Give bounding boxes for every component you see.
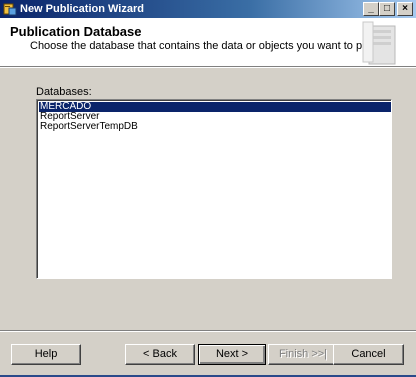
page-title: Publication Database bbox=[10, 24, 142, 39]
wizard-window: New Publication Wizard _ □ × Publication… bbox=[0, 0, 416, 377]
list-item-reportservertempdb[interactable]: ReportServerTempDB bbox=[39, 122, 391, 132]
next-button[interactable]: Next > bbox=[198, 344, 266, 365]
finish-button[interactable]: Finish >>| bbox=[268, 344, 338, 365]
databases-label: Databases: bbox=[36, 86, 92, 98]
minimize-icon[interactable]: _ bbox=[363, 2, 379, 16]
databases-listbox[interactable]: MERCADO ReportServer ReportServerTempDB bbox=[36, 99, 392, 279]
cancel-button[interactable]: Cancel bbox=[333, 344, 404, 365]
title-bar[interactable]: New Publication Wizard _ □ × bbox=[0, 0, 416, 18]
help-button[interactable]: Help bbox=[11, 344, 81, 365]
page-subtitle: Choose the database that contains the da… bbox=[30, 40, 394, 52]
footer-divider-highlight bbox=[0, 331, 416, 332]
close-icon[interactable]: × bbox=[397, 2, 413, 16]
header-divider bbox=[0, 67, 416, 68]
window-title: New Publication Wizard bbox=[20, 3, 144, 15]
database-server-icon bbox=[362, 21, 396, 65]
maximize-icon[interactable]: □ bbox=[379, 2, 395, 16]
wizard-app-icon bbox=[3, 3, 17, 16]
back-button[interactable]: < Back bbox=[125, 344, 195, 365]
wizard-header: Publication Database Choose the database… bbox=[0, 18, 416, 67]
